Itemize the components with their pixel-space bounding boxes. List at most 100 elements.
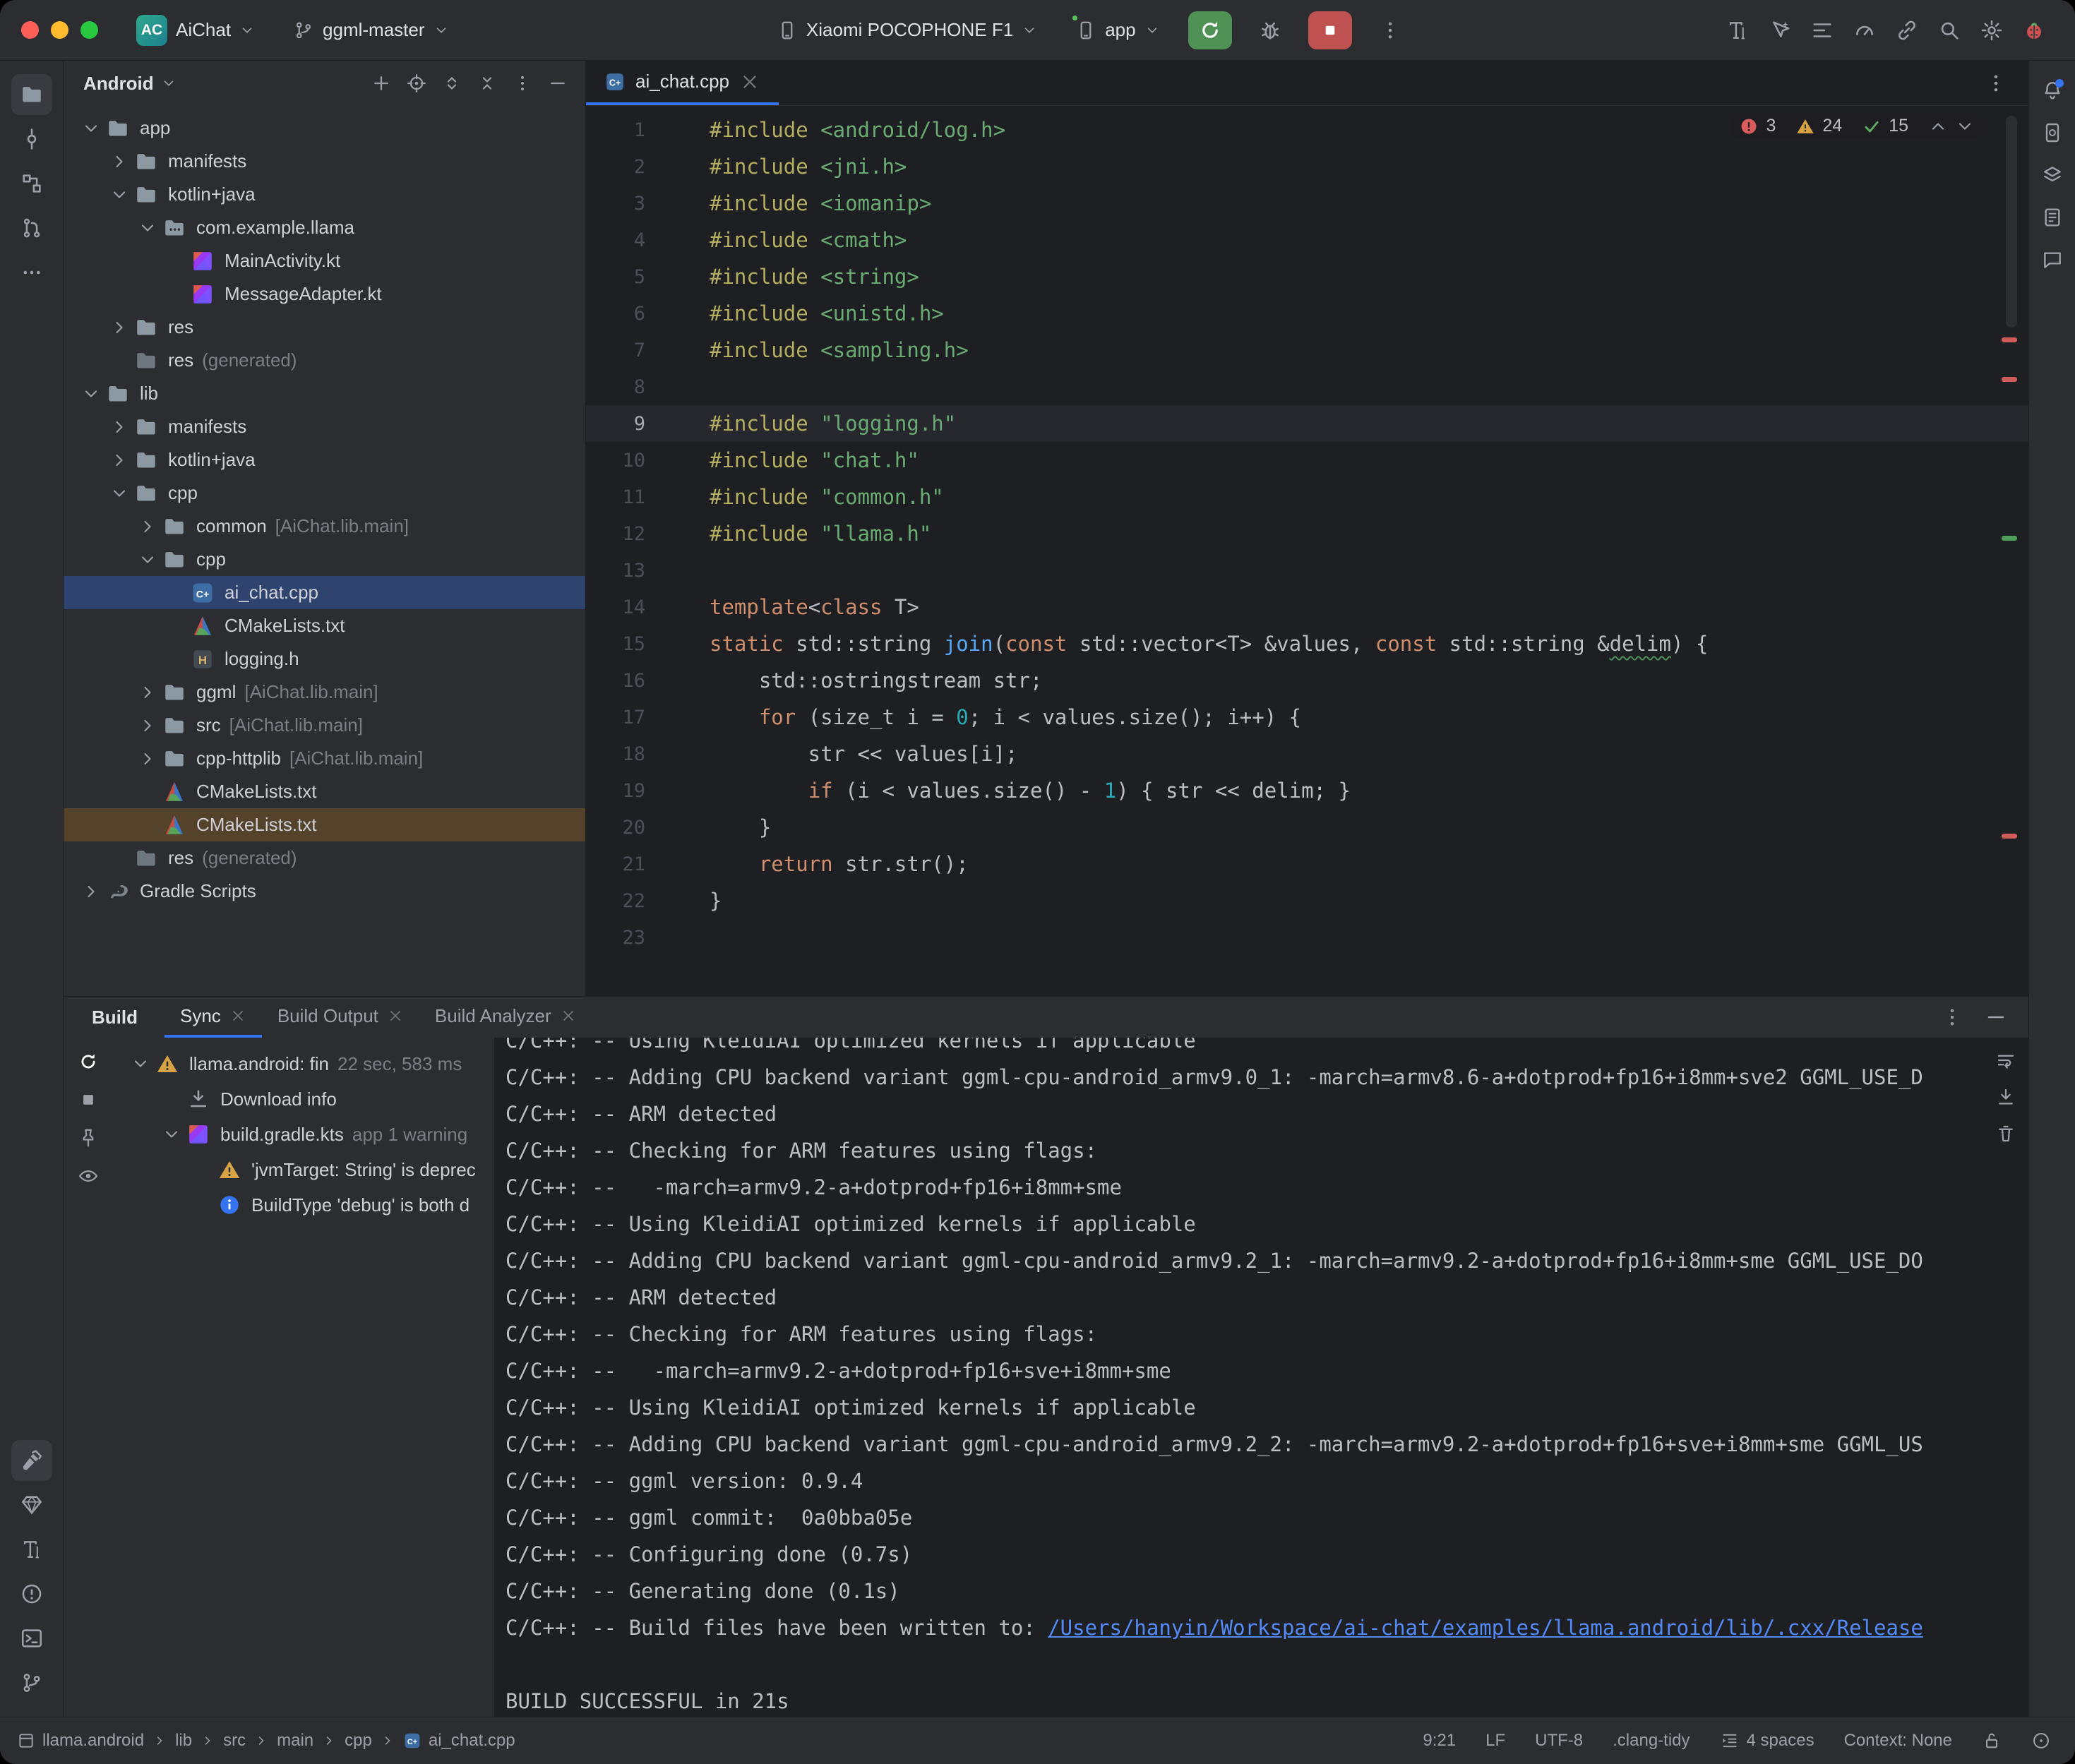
- filter-messages-button[interactable]: [71, 1159, 105, 1193]
- line-number[interactable]: 13: [586, 560, 671, 582]
- tree-item-manifests[interactable]: manifests: [64, 145, 585, 178]
- editor-line[interactable]: 16 std::ostringstream str;: [586, 662, 2028, 699]
- vcs-mark[interactable]: [2002, 536, 2017, 541]
- tree-item-logging-h[interactable]: Hlogging.h: [64, 642, 585, 676]
- line-number[interactable]: 1: [586, 119, 671, 141]
- editor-line[interactable]: 4#include <cmath>: [586, 222, 2028, 258]
- line-number[interactable]: 20: [586, 817, 671, 839]
- todo-tool-button[interactable]: [11, 1529, 52, 1570]
- line-number[interactable]: 18: [586, 743, 671, 765]
- editor-line[interactable]: 22}: [586, 882, 2028, 919]
- breadcrumb-ai-chat-cpp[interactable]: C+ai_chat.cpp: [403, 1731, 515, 1751]
- line-number[interactable]: 5: [586, 266, 671, 288]
- task-list-icon[interactable]: [1802, 11, 1842, 49]
- vcs-branch-widget[interactable]: ggml-master: [283, 10, 458, 51]
- editor-line[interactable]: 5#include <string>: [586, 258, 2028, 295]
- close-tab-button[interactable]: [739, 71, 760, 92]
- stop-build-button[interactable]: [71, 1083, 105, 1117]
- line-number[interactable]: 22: [586, 890, 671, 912]
- chevron-down-icon[interactable]: [76, 118, 106, 139]
- soft-wrap-button[interactable]: [1989, 1043, 2023, 1077]
- build-tab-build-analyzer[interactable]: Build Analyzer: [419, 997, 592, 1038]
- editor-line[interactable]: 21 return str.str();: [586, 846, 2028, 882]
- hide-project-button[interactable]: [542, 67, 574, 100]
- more-tools-button[interactable]: [11, 252, 52, 293]
- chevron-down-icon[interactable]: [76, 383, 106, 404]
- chevron-right-icon[interactable]: [104, 151, 134, 172]
- tree-item-messageadapter-kt[interactable]: MessageAdapter.kt: [64, 277, 585, 311]
- add-button[interactable]: [365, 67, 397, 100]
- project-options-button[interactable]: [506, 67, 539, 100]
- tree-item-ggml[interactable]: ggml[AiChat.lib.main]: [64, 676, 585, 709]
- breadcrumb-cpp[interactable]: cpp: [345, 1731, 372, 1751]
- chevron-down-icon[interactable]: [104, 184, 134, 205]
- commit-tool-button[interactable]: [11, 119, 52, 160]
- run-configuration-selector[interactable]: app: [1065, 10, 1169, 51]
- chevron-right-icon[interactable]: [104, 317, 134, 338]
- editor-line[interactable]: 23: [586, 919, 2028, 956]
- line-number[interactable]: 8: [586, 376, 671, 398]
- chevron-right-icon[interactable]: [133, 682, 162, 703]
- editor-line[interactable]: 17 for (size_t i = 0; i < values.size();…: [586, 699, 2028, 736]
- chevron-right-icon[interactable]: [133, 715, 162, 736]
- build-tree-item-llama-android-fin[interactable]: llama.android: fin22 sec, 583 ms: [113, 1046, 494, 1081]
- editor-line[interactable]: 6#include <unistd.h>: [586, 295, 2028, 332]
- tree-item-cmakelists-txt[interactable]: CMakeLists.txt: [64, 609, 585, 642]
- inspection-profile[interactable]: .clang-tidy: [1613, 1731, 1690, 1751]
- device-mirroring-icon[interactable]: [1887, 11, 1927, 49]
- caret-position[interactable]: 9:21: [1423, 1731, 1456, 1751]
- line-number[interactable]: 16: [586, 670, 671, 692]
- project-widget[interactable]: AC AiChat: [126, 10, 265, 51]
- tree-item-kotlin-java[interactable]: kotlin+java: [64, 443, 585, 476]
- settings-button[interactable]: [1972, 11, 2011, 49]
- line-number[interactable]: 17: [586, 707, 671, 728]
- tree-item-gradle-scripts[interactable]: Gradle Scripts: [64, 875, 585, 908]
- tree-item-res[interactable]: res: [64, 311, 585, 344]
- line-number[interactable]: 4: [586, 229, 671, 251]
- error-stripe[interactable]: [2002, 106, 2020, 996]
- line-number[interactable]: 10: [586, 450, 671, 472]
- minimize-window-button[interactable]: [51, 21, 68, 39]
- line-separator[interactable]: LF: [1485, 1731, 1505, 1751]
- locate-file-button[interactable]: [400, 67, 433, 100]
- tree-item-cpp-httplib[interactable]: cpp-httplib[AiChat.lib.main]: [64, 742, 585, 775]
- build-tree-item-build-gradle-kts[interactable]: build.gradle.ktsapp 1 warning: [113, 1117, 494, 1152]
- typing-assist-icon[interactable]: [1718, 11, 1757, 49]
- editor-line[interactable]: 14template<class T>: [586, 589, 2028, 625]
- tree-item-cmakelists-txt[interactable]: CMakeLists.txt: [64, 775, 585, 808]
- project-tool-button[interactable]: [11, 74, 52, 115]
- context-widget[interactable]: Context: None: [1844, 1731, 1952, 1751]
- tree-item-ai-chat-cpp[interactable]: C+ai_chat.cpp: [64, 576, 585, 609]
- indent-style[interactable]: 4 spaces: [1720, 1731, 1814, 1751]
- hide-build-button[interactable]: [1976, 998, 2016, 1036]
- clear-console-button[interactable]: [1989, 1117, 2023, 1151]
- debug-app-button[interactable]: [1250, 11, 1290, 49]
- close-tab-button[interactable]: [229, 1007, 246, 1024]
- breadcrumb-main[interactable]: main: [277, 1731, 313, 1751]
- line-number[interactable]: 15: [586, 633, 671, 655]
- file-encoding[interactable]: UTF-8: [1535, 1731, 1583, 1751]
- editor-body[interactable]: 1#include <android/log.h>2#include <jni.…: [586, 106, 2028, 996]
- profile-bug-button[interactable]: [2014, 11, 2054, 49]
- build-tab-build-output[interactable]: Build Output: [262, 997, 419, 1038]
- prev-problem-button[interactable]: [1928, 116, 1948, 136]
- build-tree-item-buildtype-debug-is-both-d[interactable]: BuildType 'debug' is both d: [113, 1187, 494, 1223]
- tree-item-kotlin-java[interactable]: kotlin+java: [64, 178, 585, 211]
- tree-item-lib[interactable]: lib: [64, 377, 585, 410]
- project-view-mode[interactable]: Android: [83, 73, 177, 95]
- status-indicator[interactable]: [2031, 1731, 2051, 1751]
- tree-item-mainactivity-kt[interactable]: MainActivity.kt: [64, 244, 585, 277]
- pull-requests-tool-button[interactable]: [11, 208, 52, 248]
- chevron-down-icon[interactable]: [157, 1124, 186, 1145]
- profiler-icon[interactable]: [1845, 11, 1884, 49]
- chevron-down-icon[interactable]: [133, 549, 162, 570]
- logcat-button[interactable]: [2035, 200, 2070, 235]
- editor-options-button[interactable]: [1976, 64, 2016, 102]
- terminal-tool-button[interactable]: [11, 1618, 52, 1659]
- line-number[interactable]: 6: [586, 303, 671, 325]
- chevron-right-icon[interactable]: [104, 450, 134, 471]
- tree-item-res[interactable]: res(generated): [64, 841, 585, 875]
- chevron-right-icon[interactable]: [133, 516, 162, 537]
- chevron-right-icon[interactable]: [133, 748, 162, 769]
- editor-line[interactable]: 12#include "llama.h": [586, 515, 2028, 552]
